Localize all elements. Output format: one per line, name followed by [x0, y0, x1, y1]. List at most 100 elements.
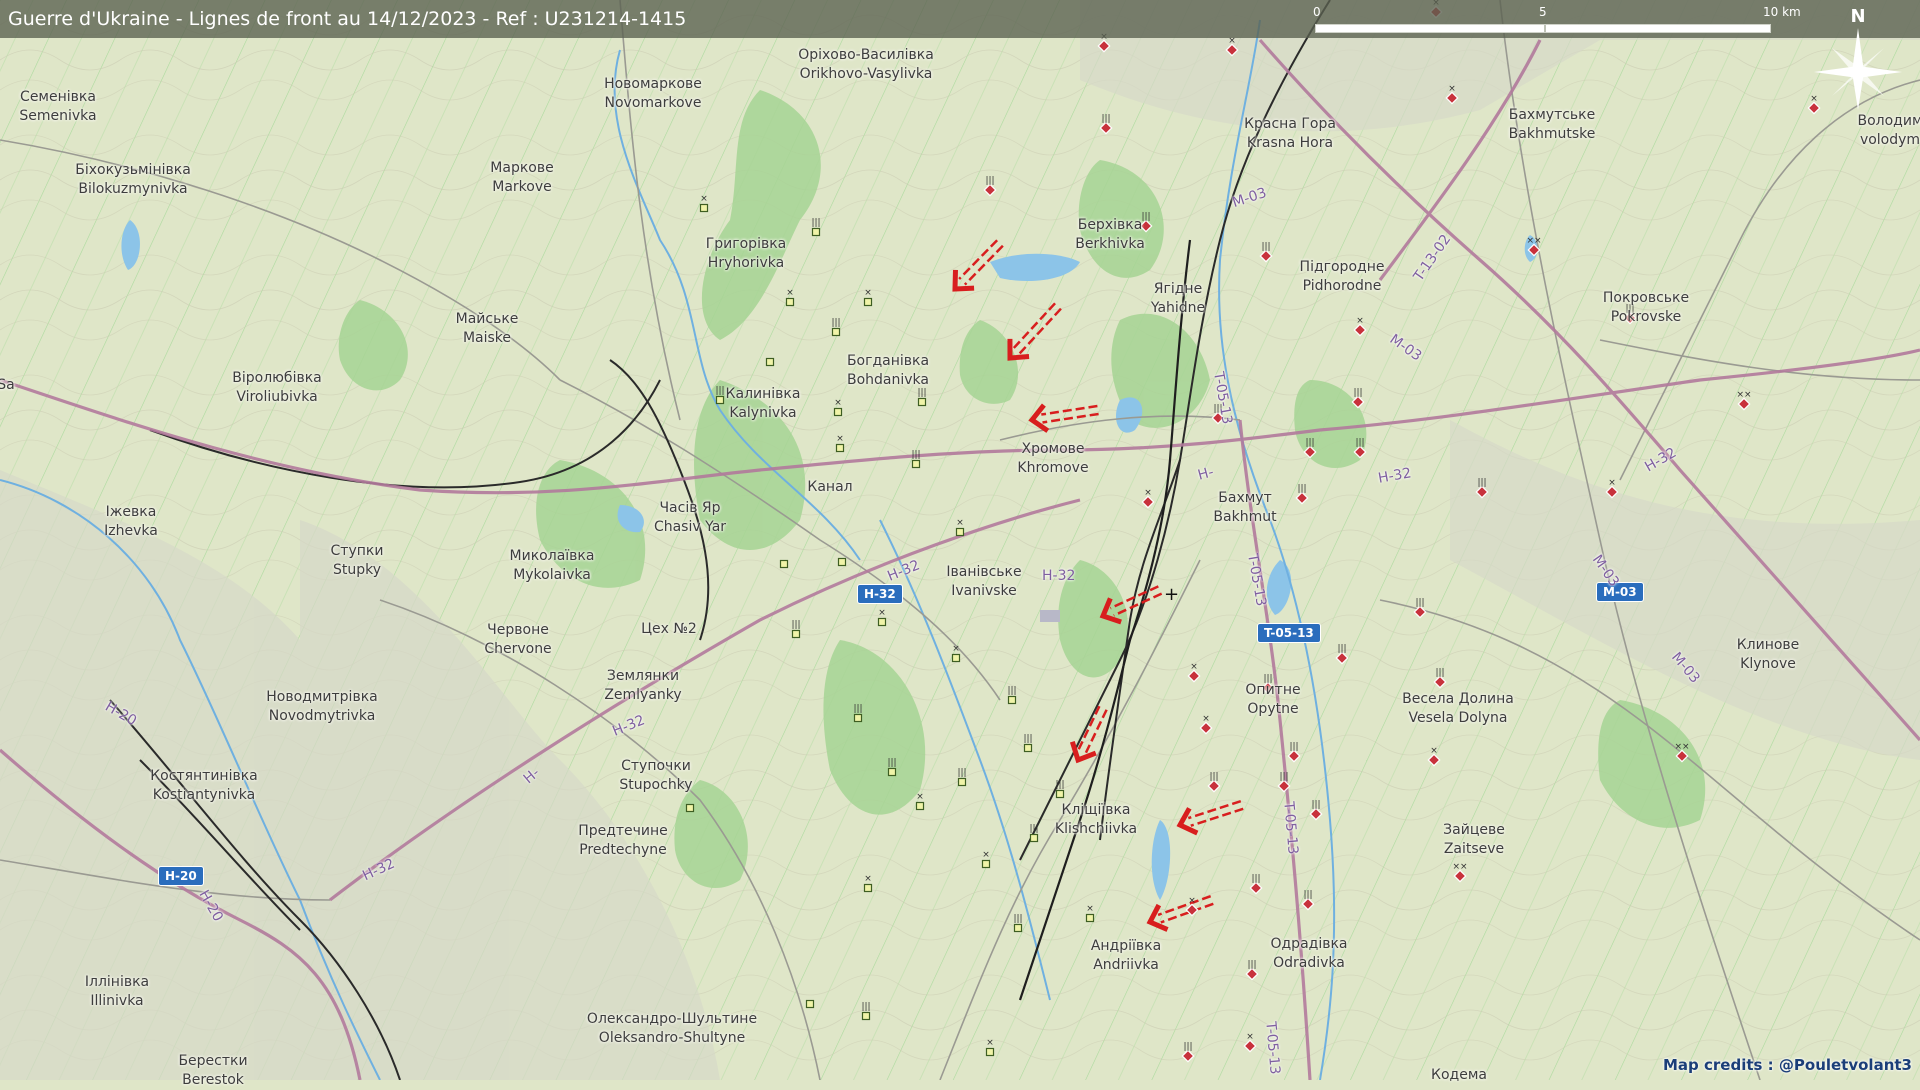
ukrainian-position-marker-45: ||| [831, 318, 841, 337]
ukrainian-position-marker-59: ||| [853, 704, 863, 723]
ukrainian-position-marker-54 [779, 559, 789, 569]
ukrainian-position-marker-48: × [833, 398, 843, 417]
industrial-zone [1040, 610, 1060, 622]
svg-text:××: ×× [1736, 390, 1751, 400]
ukrainian-position-marker-62: ||| [957, 768, 967, 787]
place-andriivka: Андріївка Andriivka [1090, 938, 1162, 973]
svg-text:×: × [1202, 714, 1210, 724]
place-zemlyanky: Землянки Zemlyanky [604, 668, 682, 703]
svg-text:×: × [700, 194, 708, 204]
svg-text:|||: ||| [1007, 686, 1016, 696]
place-yahidne: Ягідне Yahidne [1150, 281, 1206, 316]
svg-text:××: ×× [1526, 236, 1541, 246]
place-tsekh-2: Цех №2 [641, 621, 697, 637]
place-krasna-hora: Красна Гора Krasna Hora [1244, 116, 1336, 151]
ukrainian-position-marker-66 [685, 803, 695, 813]
ukrainian-position-marker-63: × [915, 792, 925, 811]
ukrainian-position-marker-57: × [951, 644, 961, 663]
svg-text:|||: ||| [1477, 478, 1486, 488]
place-semenivka: Семенівка Semenivka [19, 89, 97, 124]
ukrainian-position-marker-73: × [985, 1038, 995, 1057]
place-kalynivka: Калинівка Kalynivka [725, 386, 801, 421]
svg-text:|||: ||| [985, 176, 994, 186]
place-klynove: Клинове Klynove [1736, 637, 1800, 672]
svg-text:×: × [864, 288, 872, 298]
place-novodmytrivka: Новодмитрівка Novodmytrivka [266, 689, 378, 724]
place-oleksandro-shultyne: Олександро-Шультине Oleksandro-Shultyne [586, 1011, 758, 1046]
place-pokrovske: Покровське Pokrovske [1602, 290, 1690, 325]
svg-text:|||: ||| [1435, 668, 1444, 678]
place-stupochky: Ступочки Stupochky [619, 758, 693, 793]
svg-text:×: × [1356, 316, 1364, 326]
place-volodymyrivka: Володим volodym [1857, 113, 1920, 148]
ukrainian-position-marker-43: × [785, 288, 795, 307]
place-orikhovo-vasylivka: Оріхово-Василівка Orikhovo-Vasylivka [798, 47, 934, 82]
road-shield-m03: M-03 [1596, 582, 1644, 602]
road-shield-h20: H-20 [158, 866, 204, 886]
svg-text:×: × [1430, 746, 1438, 756]
svg-text:|||: ||| [1353, 388, 1362, 398]
svg-text:|||: ||| [1013, 914, 1022, 924]
place-kanal: Канал [807, 479, 853, 495]
ukrainian-position-marker-50: × [835, 434, 845, 453]
place-bakhmutske: Бахмутське Bakhmutske [1508, 107, 1596, 142]
scale-bar-graphic [1315, 24, 1771, 33]
svg-text:|||: ||| [1251, 874, 1260, 884]
svg-text:×: × [956, 518, 964, 528]
map-canvas[interactable]: + ×××××||||||||||||×××|||××||||||||||||×… [0, 0, 1920, 1080]
ukrainian-position-marker-67: × [981, 850, 991, 869]
svg-text:××: ×× [1452, 862, 1467, 872]
scale-label-0: 0 [1313, 5, 1321, 19]
svg-text:|||: ||| [861, 1002, 870, 1012]
svg-text:|||: ||| [1311, 800, 1320, 810]
svg-text:|||: ||| [1183, 1042, 1192, 1052]
svg-text:××: ×× [1674, 742, 1689, 752]
svg-text:×: × [1086, 904, 1094, 914]
svg-text:×: × [1246, 1032, 1254, 1042]
scale-label-10: 10 km [1763, 5, 1801, 19]
place-mykolaivka: Миколаївка Mykolaivka [509, 548, 595, 583]
place-edge-left: Sa [0, 377, 15, 393]
place-berkhivka: Берхівка Berkhivka [1075, 217, 1145, 252]
svg-text:|||: ||| [957, 768, 966, 778]
svg-text:|||: ||| [1297, 484, 1306, 494]
road-tag-h32-3: H-32 [1042, 568, 1076, 584]
title-bar: Guerre d'Ukraine - Lignes de front au 14… [0, 0, 1920, 38]
place-stupky: Ступки Stupky [330, 543, 384, 578]
ukrainian-position-marker-70: × [1085, 904, 1095, 923]
place-opytne: Опитне Opytne [1245, 682, 1301, 717]
svg-text:|||: ||| [911, 450, 920, 460]
svg-text:×: × [834, 398, 842, 408]
ukrainian-position-marker-52: × [955, 518, 965, 537]
ukrainian-position-marker-58: ||| [1007, 686, 1017, 705]
svg-text:×: × [1188, 896, 1196, 906]
place-bakhmut: Бахмут Bakhmut [1213, 490, 1277, 525]
svg-text:|||: ||| [791, 620, 800, 630]
place-kostiantynivka: Костянтинівка Kostiantynivka [150, 768, 258, 803]
compass-star-icon [1814, 28, 1902, 110]
svg-text:|||: ||| [1029, 824, 1038, 834]
road-shield-h32: H-32 [857, 584, 903, 604]
place-khromove: Хромове Khromove [1017, 441, 1089, 476]
svg-text:|||: ||| [1023, 734, 1032, 744]
ukrainian-position-marker-55: × [877, 608, 887, 627]
scale-label-5: 5 [1539, 5, 1547, 19]
svg-text:|||: ||| [1303, 890, 1312, 900]
ukrainian-position-marker-61: ||| [887, 758, 897, 777]
place-viroliubivka: Віролюбівка Viroliubivka [232, 370, 322, 405]
place-novomarkove: Новомаркове Novomarkove [604, 76, 702, 111]
place-maiske: Майське Maiske [455, 311, 519, 346]
svg-text:×: × [1448, 84, 1456, 94]
svg-text:×: × [916, 792, 924, 802]
svg-text:|||: ||| [1289, 742, 1298, 752]
svg-text:×: × [1190, 662, 1198, 672]
svg-text:|||: ||| [1055, 780, 1064, 790]
ukrainian-position-marker-42: ||| [811, 218, 821, 237]
scale-bar: 0 5 10 km [1313, 4, 1801, 36]
ukrainian-position-marker-56: ||| [791, 620, 801, 639]
ukrainian-position-marker-47: ||| [715, 386, 725, 405]
place-bohdanivka: Богданівка Bohdanivka [846, 353, 930, 388]
ukrainian-position-marker-60: ||| [1023, 734, 1033, 753]
svg-text:|||: ||| [1355, 438, 1364, 448]
svg-text:|||: ||| [1247, 960, 1256, 970]
